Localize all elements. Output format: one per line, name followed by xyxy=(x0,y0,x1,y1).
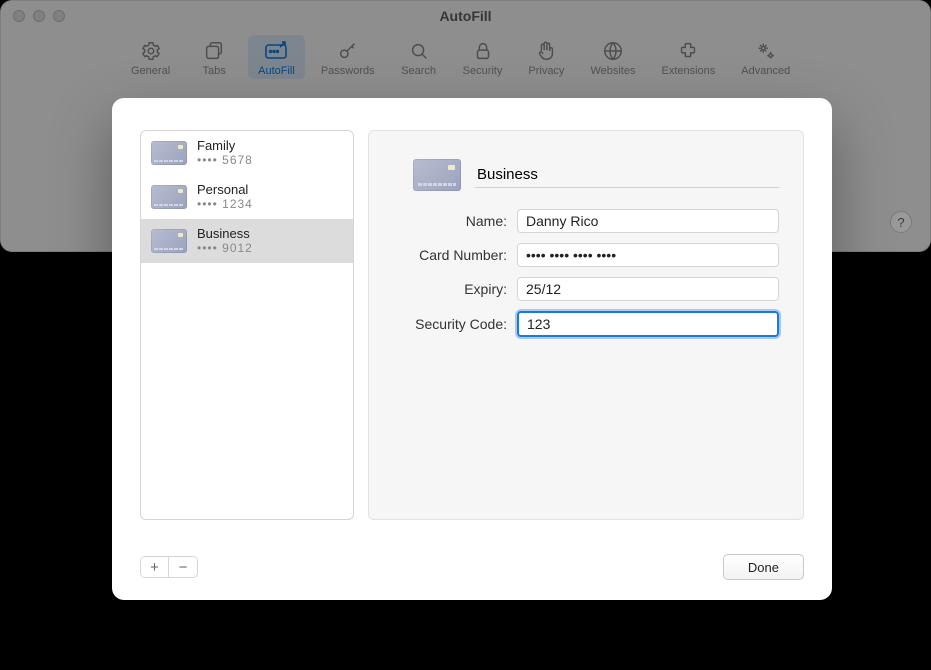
security-code-label: Security Code: xyxy=(393,316,517,332)
card-title: Family xyxy=(197,139,253,154)
minus-icon: − xyxy=(179,560,188,575)
toolbar-label: Search xyxy=(401,65,436,77)
autofill-icon xyxy=(264,39,288,63)
card-list[interactable]: Family•••• 5678Personal•••• 1234Business… xyxy=(140,130,354,520)
toolbar-item-advanced[interactable]: Advanced xyxy=(731,35,800,79)
plus-icon: + xyxy=(150,560,159,575)
credit-cards-sheet: Family•••• 5678Personal•••• 1234Business… xyxy=(112,98,832,600)
expiry-field[interactable] xyxy=(517,277,779,301)
card-list-item[interactable]: Family•••• 5678 xyxy=(141,131,353,175)
window-title: AutoFill xyxy=(1,8,930,24)
toolbar-label: Websites xyxy=(590,65,635,77)
card-number-field[interactable] xyxy=(517,243,779,267)
toolbar-item-search[interactable]: Search xyxy=(391,35,447,79)
card-detail-pane: Name: Card Number: Expiry: Security Code… xyxy=(368,130,804,520)
toolbar-item-extensions[interactable]: Extensions xyxy=(651,35,725,79)
add-card-button[interactable]: + xyxy=(141,557,169,577)
toolbar-item-tabs[interactable]: Tabs xyxy=(186,35,242,79)
expiry-label: Expiry: xyxy=(393,281,517,297)
puzzle-icon xyxy=(676,39,700,63)
titlebar: AutoFill xyxy=(1,1,930,31)
globe-icon xyxy=(601,39,625,63)
list-controls: + − xyxy=(140,556,198,578)
card-list-item[interactable]: Personal•••• 1234 xyxy=(141,175,353,219)
toolbar-item-passwords[interactable]: Passwords xyxy=(311,35,385,79)
credit-card-icon xyxy=(413,159,461,191)
gear-icon xyxy=(139,39,163,63)
credit-card-icon xyxy=(151,141,187,165)
help-button[interactable]: ? xyxy=(890,211,912,233)
toolbar-label: AutoFill xyxy=(258,65,295,77)
toolbar-item-websites[interactable]: Websites xyxy=(580,35,645,79)
lock-icon xyxy=(471,39,495,63)
gears-icon xyxy=(754,39,778,63)
card-description-field[interactable] xyxy=(475,162,779,188)
name-label: Name: xyxy=(393,213,517,229)
card-number-label: Card Number: xyxy=(393,247,517,263)
done-button[interactable]: Done xyxy=(723,554,804,580)
toolbar-label: Advanced xyxy=(741,65,790,77)
toolbar-item-privacy[interactable]: Privacy xyxy=(518,35,574,79)
toolbar-item-general[interactable]: General xyxy=(121,35,180,79)
toolbar-item-security[interactable]: Security xyxy=(453,35,513,79)
card-masked-number: •••• 1234 xyxy=(197,198,253,212)
toolbar-label: Security xyxy=(463,65,503,77)
toolbar-label: General xyxy=(131,65,170,77)
card-masked-number: •••• 5678 xyxy=(197,154,253,168)
card-title: Business xyxy=(197,227,253,242)
toolbar-label: Extensions xyxy=(661,65,715,77)
toolbar-label: Privacy xyxy=(528,65,564,77)
card-title: Personal xyxy=(197,183,253,198)
hand-icon xyxy=(534,39,558,63)
toolbar-label: Passwords xyxy=(321,65,375,77)
key-icon xyxy=(336,39,360,63)
tabs-icon xyxy=(202,39,226,63)
remove-card-button[interactable]: − xyxy=(169,557,197,577)
preferences-toolbar: General Tabs AutoFill Passwords Search Securi… xyxy=(1,31,930,89)
credit-card-icon xyxy=(151,185,187,209)
toolbar-item-autofill[interactable]: AutoFill xyxy=(248,35,305,79)
card-masked-number: •••• 9012 xyxy=(197,242,253,256)
toolbar-label: Tabs xyxy=(203,65,226,77)
card-list-item[interactable]: Business•••• 9012 xyxy=(141,219,353,263)
security-code-field[interactable] xyxy=(517,311,779,337)
search-icon xyxy=(407,39,431,63)
credit-card-icon xyxy=(151,229,187,253)
cardholder-name-field[interactable] xyxy=(517,209,779,233)
